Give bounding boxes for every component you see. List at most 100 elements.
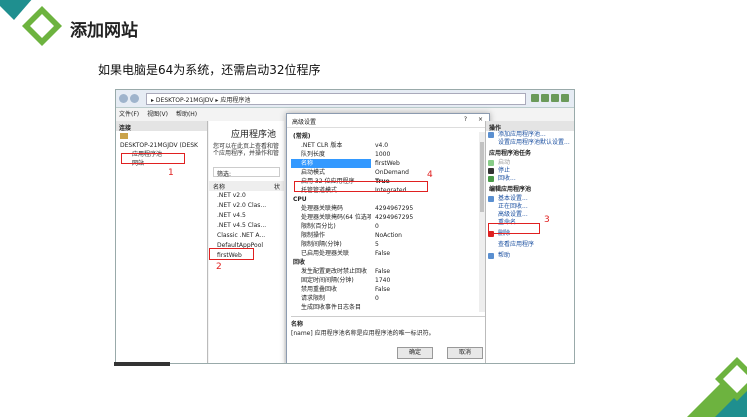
actions-header: 操作 bbox=[486, 121, 574, 132]
action-advanced-settings[interactable]: 高级设置... bbox=[486, 211, 574, 219]
help-panel: 名称 [name] 应用程序池名称是应用程序池的唯一标识符。 bbox=[291, 316, 485, 340]
connections-header: 连接 bbox=[116, 121, 207, 132]
close-button[interactable]: × bbox=[478, 116, 483, 123]
section-cpu[interactable]: CPU bbox=[291, 195, 477, 204]
help-icon[interactable] bbox=[561, 94, 569, 102]
property-row: 限制(百分比) 0 bbox=[291, 222, 477, 231]
property-value[interactable]: 0 bbox=[371, 222, 477, 231]
help-button[interactable]: ? bbox=[464, 116, 467, 123]
action-label: 查看应用程序 bbox=[498, 241, 535, 248]
stop-icon[interactable] bbox=[541, 94, 549, 102]
recycle-icon bbox=[488, 176, 494, 182]
property-row: 生成回收事件日志条目 bbox=[291, 303, 477, 312]
forward-icon[interactable] bbox=[130, 94, 139, 103]
property-key: 队列长度 bbox=[301, 151, 326, 158]
help-title: 名称 bbox=[291, 321, 304, 328]
scroll-thumb[interactable] bbox=[480, 142, 484, 212]
property-row: 已启用处理器关联 False bbox=[291, 249, 477, 258]
edit-header: 编辑应用程序池 bbox=[489, 186, 532, 193]
property-value[interactable]: False bbox=[371, 249, 477, 258]
action-set-defaults[interactable]: 设置应用程序池默认设置... bbox=[486, 139, 574, 147]
action-recycling[interactable]: 正在回收... bbox=[486, 203, 574, 211]
property-value[interactable]: False bbox=[371, 285, 477, 294]
property-row: 发生配置更改时禁止回收 False bbox=[291, 267, 477, 276]
property-value[interactable]: 0 bbox=[371, 294, 477, 303]
menu-file[interactable]: 文件(F) bbox=[119, 111, 139, 118]
tree-server[interactable]: DESKTOP-21MGJDV (DESK bbox=[116, 141, 207, 150]
tasks-header: 应用程序池任务 bbox=[489, 150, 532, 157]
list-item[interactable]: .NET v2.0 bbox=[209, 191, 284, 201]
step-marker-2: 2 bbox=[216, 262, 222, 272]
property-value[interactable]: firstWeb bbox=[371, 159, 477, 168]
list-item[interactable]: Classic .NET A... bbox=[209, 231, 284, 241]
add-icon bbox=[488, 132, 494, 138]
property-row: 限制操作 NoAction bbox=[291, 231, 477, 240]
page-description: 您可以在此页上查看和管 个应用程序，并操作和管 bbox=[209, 141, 284, 163]
highlight-firstweb bbox=[209, 248, 254, 260]
back-icon[interactable] bbox=[119, 94, 128, 103]
refresh-icon[interactable] bbox=[531, 94, 539, 102]
action-recycle[interactable]: 回收... bbox=[486, 175, 574, 183]
list-item[interactable]: .NET v2.0 Clas... bbox=[209, 201, 284, 211]
corner-decoration-bottom-right bbox=[627, 327, 747, 417]
property-value[interactable]: NoAction bbox=[371, 231, 477, 240]
col-status[interactable]: 状 bbox=[274, 182, 280, 191]
address-bar: ▸ DESKTOP-21MGJDV ▸ 应用程序池 bbox=[116, 90, 574, 108]
col-name[interactable]: 名称 bbox=[213, 182, 225, 191]
step-marker-1: 1 bbox=[168, 168, 174, 178]
cancel-button[interactable]: 取消 bbox=[447, 347, 483, 359]
property-value[interactable] bbox=[371, 303, 477, 312]
menu-view[interactable]: 视图(V) bbox=[147, 111, 168, 118]
property-value[interactable]: 1740 bbox=[371, 276, 477, 285]
action-stop[interactable]: 停止 bbox=[486, 167, 574, 175]
action-label: 正在回收... bbox=[498, 203, 528, 210]
action-label: 添加应用程序池... bbox=[498, 131, 546, 138]
slide-title: 添加网站 bbox=[70, 21, 138, 41]
list-header: 名称 状 bbox=[209, 181, 284, 191]
start-page-icon[interactable] bbox=[120, 133, 128, 139]
ok-button[interactable]: 确定 bbox=[397, 347, 433, 359]
corner-decoration-top-left bbox=[0, 0, 66, 50]
property-key: 限制操作 bbox=[301, 232, 326, 239]
dialog-title: 高级设置 bbox=[292, 119, 317, 126]
property-row: 处理器关联掩码(64 位选项) 4294967295 bbox=[291, 213, 477, 222]
list-item[interactable]: .NET v4.5 bbox=[209, 211, 284, 221]
address-path[interactable]: ▸ DESKTOP-21MGJDV ▸ 应用程序池 bbox=[146, 93, 526, 105]
action-help[interactable]: 帮助 bbox=[486, 252, 574, 260]
property-key: .NET CLR 版本 bbox=[301, 142, 343, 149]
property-value[interactable]: 4294967295 bbox=[371, 213, 477, 222]
property-key: 请求限制 bbox=[301, 295, 326, 302]
action-start[interactable]: 启动 bbox=[486, 159, 574, 167]
property-value[interactable]: 5 bbox=[371, 240, 477, 249]
action-view-apps[interactable]: 查看应用程序 bbox=[486, 241, 574, 249]
property-value[interactable]: 4294967295 bbox=[371, 204, 477, 213]
list-item[interactable]: .NET v4.5 Clas... bbox=[209, 221, 284, 231]
property-value[interactable]: OnDemand bbox=[371, 168, 477, 177]
home-icon[interactable] bbox=[551, 94, 559, 102]
menu-help[interactable]: 帮助(H) bbox=[176, 111, 197, 118]
property-row: 队列长度 1000 bbox=[291, 150, 477, 159]
property-row: 请求限制 0 bbox=[291, 294, 477, 303]
desc-line-2: 个应用程序，并操作和管 bbox=[213, 150, 280, 157]
action-basic-settings[interactable]: 基本设置... bbox=[486, 195, 574, 203]
property-value[interactable]: v4.0 bbox=[371, 141, 477, 150]
stop-icon bbox=[488, 168, 494, 174]
section-recycling[interactable]: 回收 bbox=[291, 258, 477, 267]
help-icon bbox=[488, 253, 494, 259]
advanced-settings-dialog: 高级设置? × (常规) .NET CLR 版本 v4.0 队列长度 1000 名称 f… bbox=[286, 113, 490, 363]
property-key: 名称 bbox=[291, 159, 371, 168]
action-label: 高级设置... bbox=[498, 211, 528, 218]
property-key: 固定时间间隔(分钟) bbox=[301, 277, 354, 284]
property-row: 固定时间间隔(分钟) 1740 bbox=[291, 276, 477, 285]
property-row: 处理器关联掩码 4294967295 bbox=[291, 204, 477, 213]
section-general[interactable]: (常规) bbox=[291, 132, 477, 141]
step-marker-4: 4 bbox=[427, 170, 433, 180]
action-label: 帮助 bbox=[498, 252, 511, 259]
action-label: 回收... bbox=[498, 175, 516, 182]
action-label: 启动 bbox=[498, 159, 511, 166]
property-value[interactable]: False bbox=[371, 267, 477, 276]
slide-subtitle: 如果电脑是64为系统，还需启动32位程序 bbox=[98, 63, 321, 77]
filter-input[interactable]: 筛选: bbox=[213, 167, 280, 178]
property-value[interactable]: 1000 bbox=[371, 150, 477, 159]
action-add-pool[interactable]: 添加应用程序池... bbox=[486, 131, 574, 139]
